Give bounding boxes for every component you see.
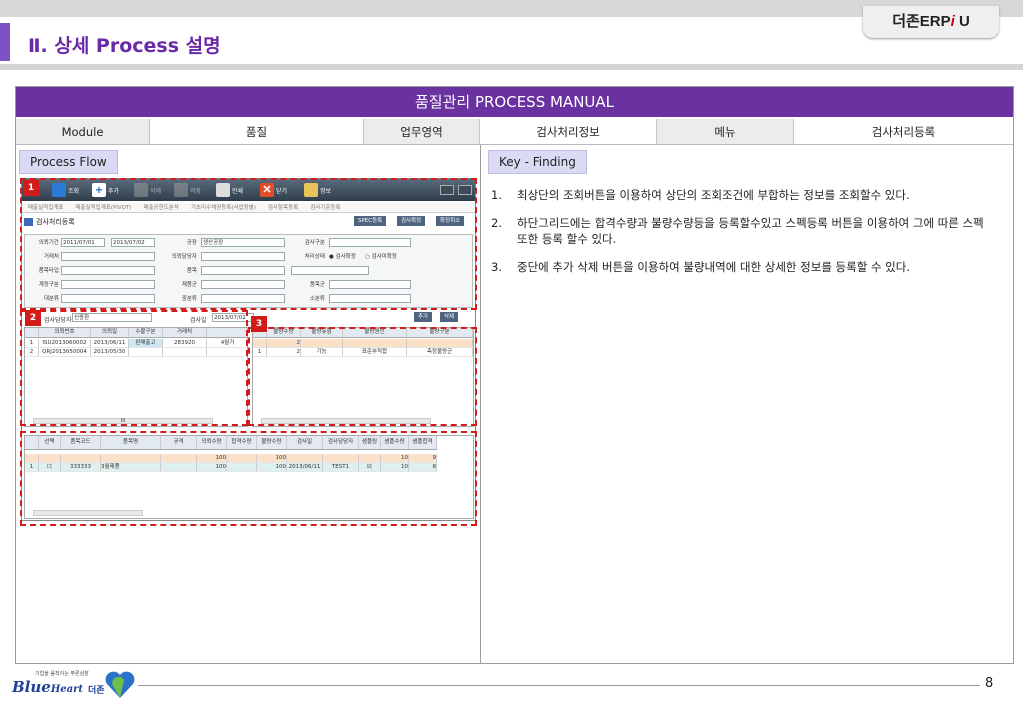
- highlight-box-4: [20, 431, 477, 526]
- finding-item: 1. 최상단의 조회버튼을 이용하여 상단의 조회조건에 부합하는 정보를 조회할…: [491, 188, 910, 202]
- findings-list: 1. 최상단의 조회버튼을 이용하여 상단의 조회조건에 부합하는 정보를 조회할…: [491, 187, 991, 287]
- area-value: 검사처리정보: [480, 119, 657, 144]
- heart-logo-icon: [105, 671, 135, 698]
- highlight-box-2: [20, 310, 248, 426]
- page-title: Ⅱ. 상세 Process 설명: [28, 35, 221, 57]
- highlight-box-3: [248, 327, 477, 426]
- footer-divider: [138, 685, 980, 686]
- menu-label: 메뉴: [657, 119, 794, 144]
- add-row-button[interactable]: 추가: [414, 312, 433, 322]
- title-divider: [0, 64, 1023, 70]
- module-label: Module: [16, 119, 150, 144]
- finding-item: 2. 하단그리드에는 합격수량과 불량수량등을 등록할수있고 스펙등록 버튼을 이…: [491, 216, 984, 246]
- title-accent: [0, 23, 10, 61]
- meta-row: Module 품질 업무영역 검사처리정보 메뉴 검사처리등록: [16, 119, 1013, 145]
- manual-banner: 품질관리 PROCESS MANUAL: [16, 87, 1013, 117]
- delete-row-button[interactable]: 삭제: [440, 312, 459, 322]
- title-bar: Ⅱ. 상세 Process 설명: [0, 17, 1023, 65]
- menu-value: 검사처리등록: [871, 124, 936, 139]
- finding-item: 3. 중단에 추가 삭제 버튼을 이용하여 불량내역에 대한 상세한 정보를 등록…: [491, 260, 911, 274]
- company-logo: 기업을 움직이는 푸른심장 BlueHeart 더존: [10, 666, 138, 702]
- badge-3: 3: [251, 316, 267, 332]
- key-finding-label: Key - Finding: [488, 150, 587, 174]
- process-flow-label: Process Flow: [19, 150, 118, 174]
- highlight-box-1: [20, 178, 477, 310]
- column-divider: [480, 145, 481, 663]
- page-number: 8: [985, 676, 994, 691]
- badge-1: 1: [23, 180, 39, 196]
- manual-frame: 품질관리 PROCESS MANUAL Module 품질 업무영역 검사처리정…: [15, 86, 1014, 664]
- area-label: 업무영역: [364, 119, 480, 144]
- badge-2: 2: [25, 310, 41, 326]
- module-value: 품질: [150, 119, 364, 144]
